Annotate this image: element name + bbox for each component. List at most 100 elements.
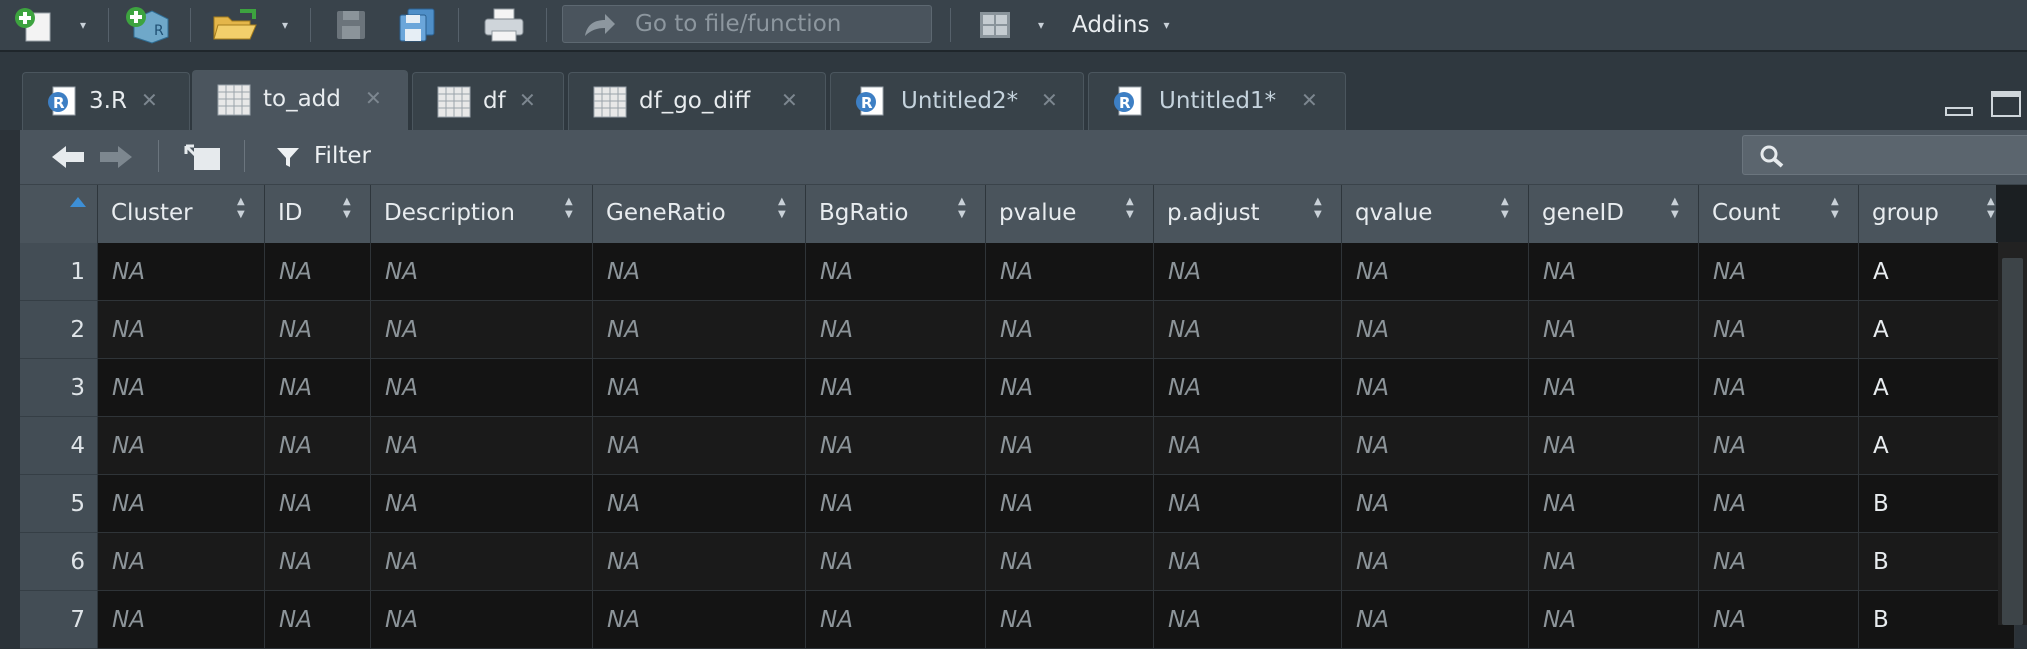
go-to-placeholder: Go to file/function	[635, 11, 842, 37]
cell-value: NA	[607, 259, 640, 285]
sort-toggle-icon[interactable]: ▲ ▼	[1671, 195, 1679, 221]
new-project-button[interactable]: R	[124, 0, 172, 50]
close-icon[interactable]: ✕	[519, 88, 536, 112]
new-file-button[interactable]	[14, 0, 58, 50]
cell-value: NA	[1543, 317, 1576, 343]
cell-value: NA	[112, 317, 145, 343]
cell-value: NA	[279, 317, 312, 343]
column-header-1[interactable]: ID ▲ ▼	[265, 185, 371, 243]
new-file-dropdown[interactable]: ▾	[80, 0, 86, 50]
cell-value: NA	[1168, 607, 1201, 633]
cell-value: NA	[1713, 317, 1746, 343]
header-filler	[1996, 185, 2027, 242]
table-cell: NA	[265, 533, 371, 591]
forward-arrow-icon[interactable]	[98, 144, 134, 170]
column-header-9[interactable]: Count ▲ ▼	[1699, 185, 1859, 243]
column-header-10[interactable]: group ▲ ▼	[1859, 185, 2015, 243]
tab-to-add[interactable]: to_add ✕	[192, 70, 408, 130]
column-header-0[interactable]: Cluster ▲ ▼	[98, 185, 265, 243]
tab-df[interactable]: df ✕	[412, 72, 564, 130]
sort-toggle-icon[interactable]: ▲ ▼	[1501, 195, 1509, 221]
cell-value: NA	[279, 375, 312, 401]
save-button[interactable]	[334, 0, 368, 50]
save-all-button[interactable]	[396, 0, 438, 50]
table-cell: NA	[98, 533, 265, 591]
sort-toggle-icon[interactable]: ▲ ▼	[958, 195, 966, 221]
table-cell: A	[1859, 301, 2015, 359]
cell-value: NA	[1713, 433, 1746, 459]
column-header-label: Description	[384, 200, 515, 226]
cell-value: NA	[1356, 607, 1389, 633]
cell-value: NA	[820, 607, 853, 633]
r-script-icon: R	[1114, 86, 1142, 116]
table-cell: NA	[593, 301, 806, 359]
sort-toggle-icon[interactable]: ▲ ▼	[237, 195, 245, 221]
table-cell: NA	[806, 301, 986, 359]
close-icon[interactable]: ✕	[1041, 88, 1058, 112]
sort-toggle-icon[interactable]: ▲ ▼	[1987, 195, 1995, 221]
column-header-2[interactable]: Description ▲ ▼	[371, 185, 593, 243]
table-cell: NA	[1529, 533, 1699, 591]
sort-toggle-icon[interactable]: ▲ ▼	[343, 195, 351, 221]
table-cell: NA	[1529, 301, 1699, 359]
open-file-button[interactable]	[210, 0, 260, 50]
close-icon[interactable]: ✕	[781, 88, 798, 112]
cell-value: NA	[1543, 375, 1576, 401]
cell-value: NA	[1000, 375, 1033, 401]
cell-value: NA	[1543, 607, 1576, 633]
sort-toggle-icon[interactable]: ▲ ▼	[778, 195, 786, 221]
table-cell: NA	[806, 533, 986, 591]
cell-value: NA	[385, 549, 418, 575]
cell-value: B	[1873, 491, 1889, 517]
column-header-4[interactable]: BgRatio ▲ ▼	[806, 185, 986, 243]
cell-value: NA	[1713, 549, 1746, 575]
open-file-icon	[213, 9, 257, 40]
close-icon[interactable]: ✕	[1301, 88, 1318, 112]
cell-value: NA	[1356, 433, 1389, 459]
cell-value: NA	[279, 491, 312, 517]
column-header-6[interactable]: p.adjust ▲ ▼	[1154, 185, 1342, 243]
tab-df-go-diff[interactable]: df_go_diff ✕	[568, 72, 826, 130]
scrollbar-thumb[interactable]	[2002, 258, 2023, 625]
cell-value: A	[1873, 375, 1889, 401]
cell-value: NA	[112, 259, 145, 285]
table-cell: NA	[593, 533, 806, 591]
maximize-pane-button[interactable]	[1990, 90, 2022, 124]
back-arrow-icon[interactable]	[50, 144, 86, 170]
minimize-pane-button[interactable]	[1944, 96, 1974, 122]
tab-untitled1[interactable]: R Untitled1* ✕	[1088, 72, 1346, 130]
minimize-icon	[1945, 107, 1973, 116]
column-header-8[interactable]: geneID ▲ ▼	[1529, 185, 1699, 243]
tab-3-r[interactable]: R 3.R ✕	[22, 72, 190, 130]
workspace-panes-dropdown[interactable]: ▾	[1038, 0, 1044, 50]
sort-toggle-icon[interactable]: ▲ ▼	[1831, 195, 1839, 221]
cell-value: NA	[1000, 549, 1033, 575]
svg-text:R: R	[861, 94, 873, 112]
close-icon[interactable]: ✕	[365, 86, 382, 110]
sort-ascending-icon	[70, 197, 86, 207]
cell-value: NA	[279, 433, 312, 459]
table-cell: NA	[98, 475, 265, 533]
go-to-file-function-input[interactable]: Go to file/function	[562, 5, 932, 43]
column-header-3[interactable]: GeneRatio ▲ ▼	[593, 185, 806, 243]
print-button[interactable]	[482, 0, 526, 50]
column-header-5[interactable]: pvalue ▲ ▼	[986, 185, 1154, 243]
sort-toggle-icon[interactable]: ▲ ▼	[1314, 195, 1322, 221]
sort-toggle-icon[interactable]: ▲ ▼	[565, 195, 573, 221]
vertical-scrollbar[interactable]	[1998, 242, 2027, 625]
addins-menu[interactable]: Addins ▾	[1072, 0, 1170, 50]
close-icon[interactable]: ✕	[141, 88, 158, 112]
column-header-7[interactable]: qvalue ▲ ▼	[1342, 185, 1529, 243]
data-viewer-toolbar: Filter	[20, 130, 2027, 185]
tab-label: to_add	[263, 86, 341, 112]
column-header-label: Cluster	[111, 200, 193, 226]
table-cell: NA	[986, 417, 1154, 475]
tab-untitled2[interactable]: R Untitled2* ✕	[830, 72, 1084, 130]
tab-label: df_go_diff	[639, 88, 751, 114]
search-input[interactable]	[1742, 135, 2027, 175]
sort-toggle-icon[interactable]: ▲ ▼	[1126, 195, 1134, 221]
pop-out-window-icon[interactable]	[184, 142, 222, 172]
workspace-panes-button[interactable]	[978, 0, 1012, 50]
open-file-dropdown[interactable]: ▾	[282, 0, 288, 50]
row-number-header[interactable]	[20, 185, 98, 243]
